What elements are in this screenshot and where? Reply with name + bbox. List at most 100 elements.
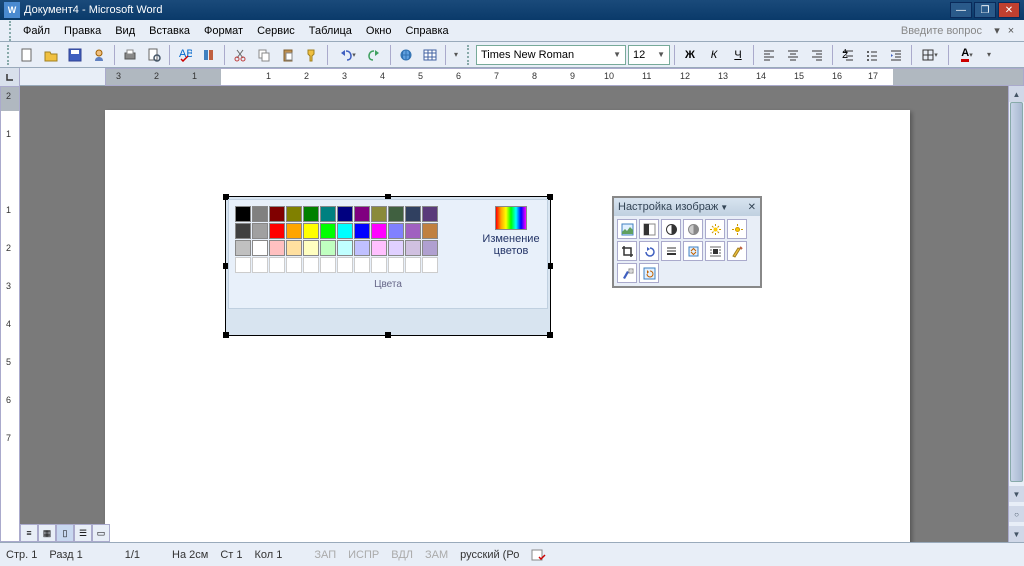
toolbar-options-icon[interactable]: ▾ [450, 44, 462, 66]
outline-view-button[interactable]: ☰ [74, 524, 92, 542]
align-right-button[interactable] [806, 44, 828, 66]
color-swatch[interactable] [405, 223, 421, 239]
menu-view[interactable]: Вид [108, 23, 142, 39]
picture-toolbar[interactable]: Настройка изображ▼ ✕ [612, 196, 762, 288]
color-swatch[interactable] [252, 223, 268, 239]
toolbar-close-icon[interactable]: ✕ [748, 202, 756, 213]
cut-button[interactable] [229, 44, 251, 66]
print-button[interactable] [119, 44, 141, 66]
menu-format[interactable]: Формат [197, 23, 250, 39]
more-contrast-button[interactable] [661, 219, 681, 239]
italic-button[interactable]: К [703, 44, 725, 66]
color-swatch[interactable] [235, 240, 251, 256]
color-swatch-empty[interactable] [354, 257, 370, 273]
menu-table[interactable]: Таблица [302, 23, 359, 39]
color-swatch[interactable] [388, 206, 404, 222]
set-transparent-button[interactable] [617, 263, 637, 283]
scroll-down-icon[interactable]: ▼ [1009, 486, 1024, 502]
color-swatch[interactable] [422, 223, 438, 239]
color-swatch[interactable] [388, 223, 404, 239]
open-button[interactable] [40, 44, 62, 66]
color-swatch-empty[interactable] [422, 257, 438, 273]
color-swatch[interactable] [371, 240, 387, 256]
color-swatch-empty[interactable] [388, 257, 404, 273]
web-view-button[interactable]: ▦ [38, 524, 56, 542]
font-color-button[interactable]: A▾ [953, 44, 981, 66]
color-swatch[interactable] [235, 223, 251, 239]
compress-button[interactable] [683, 241, 703, 261]
color-swatch[interactable] [337, 223, 353, 239]
insert-picture-button[interactable] [617, 219, 637, 239]
reading-view-button[interactable]: ▭ [92, 524, 110, 542]
color-swatch[interactable] [269, 206, 285, 222]
color-swatch-empty[interactable] [320, 257, 336, 273]
color-swatch[interactable] [405, 240, 421, 256]
font-size-combo[interactable]: 12▼ [628, 45, 670, 65]
picture-toolbar-title[interactable]: Настройка изображ▼ ✕ [614, 198, 760, 216]
spellcheck-status-icon[interactable] [531, 548, 547, 562]
print-preview-button[interactable] [143, 44, 165, 66]
less-contrast-button[interactable] [683, 219, 703, 239]
color-swatch[interactable] [286, 240, 302, 256]
browse-object-icon[interactable]: ○ [1009, 506, 1024, 522]
close-button[interactable]: ✕ [998, 2, 1020, 18]
color-swatch[interactable] [303, 223, 319, 239]
color-swatch-empty[interactable] [286, 257, 302, 273]
maximize-button[interactable]: ❐ [974, 2, 996, 18]
numbered-list-button[interactable]: 12 [837, 44, 859, 66]
align-left-button[interactable] [758, 44, 780, 66]
status-ext[interactable]: ВДЛ [391, 549, 413, 561]
color-swatch-empty[interactable] [371, 257, 387, 273]
color-swatch[interactable] [388, 240, 404, 256]
print-view-button[interactable]: ▯ [56, 524, 74, 542]
color-swatch[interactable] [422, 206, 438, 222]
grip-handle[interactable] [7, 45, 11, 65]
text-wrap-button[interactable] [705, 241, 725, 261]
menu-file[interactable]: Файл [16, 23, 57, 39]
color-swatch-empty[interactable] [303, 257, 319, 273]
grip-handle[interactable] [9, 21, 13, 41]
menu-help[interactable]: Справка [398, 23, 455, 39]
color-swatch[interactable] [354, 223, 370, 239]
color-swatch[interactable] [303, 240, 319, 256]
color-swatch-empty[interactable] [269, 257, 285, 273]
status-rec[interactable]: ЗАП [314, 549, 336, 561]
color-swatch[interactable] [337, 206, 353, 222]
tab-selector[interactable] [0, 68, 20, 86]
menu-window[interactable]: Окно [359, 23, 399, 39]
font-name-combo[interactable]: Times New Roman▼ [476, 45, 626, 65]
color-swatch[interactable] [320, 206, 336, 222]
horizontal-ruler[interactable]: 3 2 1 1 2 3 4 5 6 7 8 9 10 11 12 13 14 1… [105, 68, 1024, 86]
color-swatch[interactable] [354, 240, 370, 256]
new-doc-button[interactable] [16, 44, 38, 66]
next-page-icon[interactable]: ▼ [1009, 526, 1024, 542]
color-swatch[interactable] [286, 223, 302, 239]
crop-button[interactable] [617, 241, 637, 261]
selected-picture-object[interactable]: Изменение цветов Цвета [225, 196, 551, 336]
doc-close-icon[interactable]: × [1004, 25, 1018, 37]
color-swatch[interactable] [286, 206, 302, 222]
color-swatch-empty[interactable] [337, 257, 353, 273]
menu-dropdown-icon[interactable]: ▾ [990, 24, 1004, 37]
minimize-button[interactable]: — [950, 2, 972, 18]
color-button[interactable] [639, 219, 659, 239]
bold-button[interactable]: Ж [679, 44, 701, 66]
scroll-up-icon[interactable]: ▲ [1009, 86, 1024, 102]
redo-button[interactable] [364, 44, 386, 66]
bullet-list-button[interactable] [861, 44, 883, 66]
menu-insert[interactable]: Вставка [142, 23, 197, 39]
status-lang[interactable]: русский (Ро [460, 549, 519, 561]
color-swatch[interactable] [235, 206, 251, 222]
format-painter-button[interactable] [301, 44, 323, 66]
color-swatch-empty[interactable] [252, 257, 268, 273]
underline-button[interactable]: Ч [727, 44, 749, 66]
increase-indent-button[interactable] [885, 44, 907, 66]
rotate-left-button[interactable] [639, 241, 659, 261]
color-swatch[interactable] [422, 240, 438, 256]
normal-view-button[interactable]: ≡ [20, 524, 38, 542]
toolbar-options-icon[interactable]: ▾ [983, 44, 995, 66]
color-swatch[interactable] [337, 240, 353, 256]
color-swatch[interactable] [252, 240, 268, 256]
reset-picture-button[interactable] [639, 263, 659, 283]
color-swatch[interactable] [320, 240, 336, 256]
